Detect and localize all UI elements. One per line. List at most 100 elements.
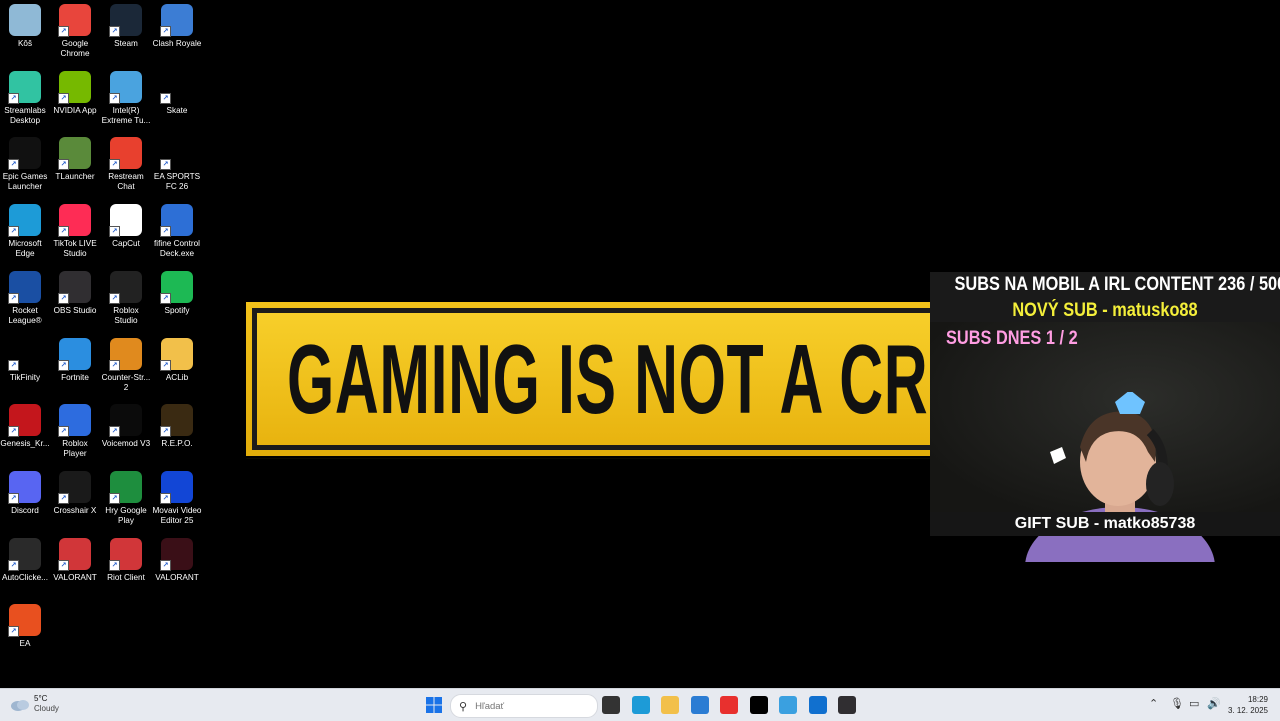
red-diamond-app-icon[interactable] xyxy=(720,696,738,714)
desktop-shortcut-label: Skate xyxy=(166,106,188,115)
desktop-shortcut[interactable]: ↗ Rocket League® xyxy=(0,267,50,331)
shortcut-arrow-icon: ↗ xyxy=(160,426,171,437)
desktop-shortcut[interactable]: ↗ Counter-Str... 2 xyxy=(101,334,151,398)
shortcut-arrow-icon: ↗ xyxy=(8,159,19,170)
clock-date: 3. 12. 2025 xyxy=(1227,706,1268,715)
edge-icon: ↗ xyxy=(8,204,41,237)
desktop-shortcut[interactable]: ↗ TikFinity xyxy=(0,334,50,398)
clock-time: 18:29 xyxy=(1247,695,1268,704)
desktop-shortcut[interactable]: ↗ OBS Studio xyxy=(50,267,100,331)
shortcut-arrow-icon: ↗ xyxy=(160,226,171,237)
edge-icon[interactable] xyxy=(632,696,650,714)
desktop-shortcut[interactable]: ↗ Clash Royale xyxy=(152,0,202,64)
desktop-shortcut[interactable]: ↗ Google Chrome xyxy=(50,0,100,64)
shortcut-arrow-icon: ↗ xyxy=(8,493,19,504)
desktop-shortcut[interactable]: ↗ Voicemod V3 xyxy=(101,400,151,464)
desktop-shortcut-label: CapCut xyxy=(112,239,140,248)
desktop-shortcut[interactable]: ↗ Streamlabs Desktop xyxy=(0,67,50,131)
weather-temp: 5°C xyxy=(34,694,48,703)
weather-widget[interactable]: 5°C Cloudy xyxy=(10,694,59,714)
desktop-shortcut[interactable]: ↗ Genesis_Kr... xyxy=(0,400,50,464)
desktop-shortcut-label: Riot Client xyxy=(107,573,145,582)
desktop-shortcut[interactable]: ↗ Hry Google Play xyxy=(101,467,151,531)
desktop-shortcut[interactable]: ↗ Microsoft Edge xyxy=(0,200,50,264)
desktop-shortcut[interactable]: ↗ Roblox Studio xyxy=(101,267,151,331)
desktop-shortcut-label: NVIDIA App xyxy=(53,106,97,115)
show-hidden-icons-chevron-icon[interactable]: ⌃ xyxy=(1149,697,1158,710)
desktop-shortcut[interactable]: ↗ TLauncher xyxy=(50,133,100,197)
windows-icon xyxy=(426,697,442,713)
desktop-shortcut[interactable]: ↗ NVIDIA App xyxy=(50,67,100,131)
tikfinity-icon: ↗ xyxy=(8,338,41,371)
desktop-shortcut[interactable]: ↗ Steam xyxy=(101,0,151,64)
fortnite-icon: ↗ xyxy=(58,338,91,371)
desktop-shortcut-label: EA xyxy=(19,639,31,648)
tlauncher-icon: ↗ xyxy=(58,137,91,170)
desktop-shortcut-label: R.E.P.O. xyxy=(161,439,193,448)
obs-icon[interactable] xyxy=(838,696,856,714)
desktop-shortcut[interactable]: ↗ Skate xyxy=(152,67,202,131)
desktop-shortcut[interactable]: ↗ R.E.P.O. xyxy=(152,400,202,464)
notepad-icon[interactable] xyxy=(779,696,797,714)
shortcut-arrow-icon: ↗ xyxy=(109,426,120,437)
steam-icon: ↗ xyxy=(109,4,142,37)
webcam-feed xyxy=(930,322,1280,562)
wallpaper-banner: GAMING IS NOT A CRI xyxy=(246,302,936,456)
roblox-player-icon: ↗ xyxy=(58,404,91,437)
tiktok-icon[interactable] xyxy=(750,696,768,714)
desktop-shortcut-label: Fortnite xyxy=(61,373,89,382)
task-view-icon[interactable] xyxy=(602,696,620,714)
ea-icon: ↗ xyxy=(8,604,41,637)
photos-icon[interactable] xyxy=(809,696,827,714)
volume-icon[interactable]: 🔊 xyxy=(1207,697,1221,710)
file-explorer-icon[interactable] xyxy=(661,696,679,714)
start-button[interactable] xyxy=(425,696,443,714)
desktop-shortcut[interactable]: ↗ CapCut xyxy=(101,200,151,264)
desktop-shortcut[interactable]: ↗ EA xyxy=(0,600,50,664)
desktop-shortcut-label: OBS Studio xyxy=(53,306,97,315)
desktop-shortcut-label: VALORANT xyxy=(155,573,199,582)
desktop-shortcut[interactable]: ↗ Fortnite xyxy=(50,334,100,398)
new-sub-text: NOVÝ SUB - matusko88 xyxy=(1012,300,1198,321)
subs-today-text: SUBS DNES 1 / 2 xyxy=(946,328,1078,349)
desktop-shortcut[interactable]: ↗ Riot Client xyxy=(101,534,151,598)
search-bar[interactable]: ⚲ xyxy=(450,694,598,718)
shortcut-arrow-icon: ↗ xyxy=(109,560,120,571)
microphone-icon[interactable]: 🎙 xyxy=(1170,697,1184,710)
desktop-shortcut-label: VALORANT xyxy=(53,573,97,582)
weather-desc: Cloudy xyxy=(34,704,59,713)
voicemod-icon: ↗ xyxy=(109,404,142,437)
desktop-shortcut[interactable]: ↗ Crosshair X xyxy=(50,467,100,531)
desktop-shortcut[interactable]: ↗ Spotify xyxy=(152,267,202,331)
desktop-shortcut[interactable]: ↗ Intel(R) Extreme Tu... xyxy=(101,67,151,131)
desktop-shortcut[interactable]: ↗ Roblox Player xyxy=(50,400,100,464)
chrome-icon: ↗ xyxy=(58,4,91,37)
desktop-shortcut[interactable]: Kôš xyxy=(0,0,50,64)
desktop-shortcut-label: Movavi Video Editor 25 xyxy=(152,506,202,525)
desktop-shortcut[interactable]: ↗ TikTok LIVE Studio xyxy=(50,200,100,264)
desktop-shortcut[interactable]: ↗ Restream Chat xyxy=(101,133,151,197)
desktop-shortcut[interactable]: ↗ Movavi Video Editor 25 xyxy=(152,467,202,531)
desktop-shortcut[interactable]: ↗ fifine Control Deck.exe xyxy=(152,200,202,264)
shortcut-arrow-icon: ↗ xyxy=(8,426,19,437)
recycle-bin-icon xyxy=(9,4,41,36)
desktop-shortcut-label: Kôš xyxy=(17,39,33,48)
shortcut-arrow-icon: ↗ xyxy=(8,93,19,104)
desktop-shortcut[interactable]: ↗ Discord xyxy=(0,467,50,531)
system-clock[interactable]: 18:29 3. 12. 2025 xyxy=(1228,694,1268,716)
desktop-shortcut[interactable]: ↗ EA SPORTS FC 26 xyxy=(152,133,202,197)
desktop-shortcut-label: Hry Google Play xyxy=(105,506,147,525)
desktop-shortcut[interactable]: ↗ AutoClicke... xyxy=(0,534,50,598)
shortcut-arrow-icon: ↗ xyxy=(8,560,19,571)
shortcut-arrow-icon: ↗ xyxy=(58,560,69,571)
desktop-shortcut[interactable]: ↗ VALORANT xyxy=(152,534,202,598)
shortcut-arrow-icon: ↗ xyxy=(58,159,69,170)
desktop-shortcut[interactable]: ↗ ACLib xyxy=(152,334,202,398)
microsoft-store-icon[interactable] xyxy=(691,696,709,714)
search-input[interactable] xyxy=(473,699,588,713)
desktop-shortcut-label: Genesis_Kr... xyxy=(0,439,50,448)
desktop-shortcut[interactable]: ↗ Epic Games Launcher xyxy=(0,133,50,197)
genesis-icon: ↗ xyxy=(8,404,41,437)
network-icon[interactable]: ▭ xyxy=(1189,697,1199,710)
desktop-shortcut[interactable]: ↗ VALORANT xyxy=(50,534,100,598)
